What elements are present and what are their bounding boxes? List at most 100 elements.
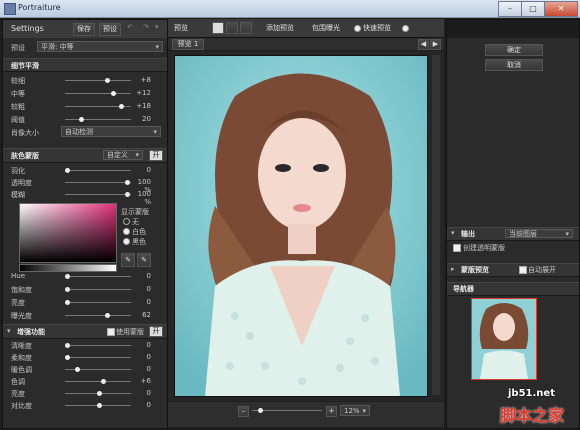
zoom-slider[interactable] [252,408,322,413]
slider-track[interactable] [65,274,131,279]
zoom-in-button[interactable]: + [326,406,337,417]
slider-knob[interactable] [97,391,102,396]
slider-label: 羽化 [11,167,25,175]
slider-knob[interactable] [119,104,124,109]
slider-track[interactable] [65,78,131,83]
slider-knob[interactable] [101,379,106,384]
auto-expand-checkbox[interactable] [519,266,527,274]
redo-icon[interactable]: ↷ [143,23,149,31]
tab-prev-icon[interactable]: ◀ [418,39,429,50]
slider-knob[interactable] [111,91,116,96]
ok-button[interactable]: 确定 [485,44,543,56]
slider-track[interactable] [65,367,131,372]
tab-next-icon[interactable]: ▶ [430,39,441,50]
slider-track[interactable] [65,168,131,173]
single-view-icon[interactable] [212,22,224,34]
preset-button[interactable]: 预设 [99,23,121,36]
slider-track[interactable] [65,300,131,305]
slider-label: 清晰度 [11,342,32,350]
slider-value: 0 [146,298,151,306]
portrait-size-dropdown[interactable]: 自动检测 [61,126,161,137]
skin-mask-toggle[interactable]: 开 [149,150,163,161]
navigator-thumbnail[interactable] [471,298,537,380]
color-range-bar[interactable] [19,264,117,272]
preview-area [168,51,444,401]
navigator-header[interactable]: 导航器 [447,282,579,296]
minimize-button[interactable]: – [498,1,522,17]
close-button[interactable]: ✕ [544,1,578,17]
slider-knob[interactable] [65,168,70,173]
add-preview-button[interactable]: 添加预览 [266,23,294,33]
slider-track[interactable] [65,91,131,96]
slider-track[interactable] [65,313,131,318]
portrait-photo [175,56,427,396]
slider-track[interactable] [65,403,131,408]
zoom-out-button[interactable]: – [238,406,249,417]
slider-knob[interactable] [75,367,80,372]
fast-preview-radio[interactable] [354,25,361,32]
skin-mask-header[interactable]: 肤色蒙版 自定义 开 [3,148,167,163]
detail-smoothing-header[interactable]: 细节平滑 [3,58,167,72]
preset-row-label: 预设 [11,44,25,52]
use-mask-checkbox[interactable] [107,328,115,336]
redo-dropdown-icon[interactable]: ▾ [155,23,159,31]
slider-knob[interactable] [97,403,102,408]
enhance-header[interactable]: ▾ 增强功能 使用蒙版 开 [3,324,167,339]
slider-knob[interactable] [65,287,70,292]
create-mask-checkbox[interactable] [453,244,461,252]
maximize-button[interactable]: □ [521,1,545,17]
slider-value: 0 [146,272,151,280]
slider-track[interactable] [65,355,131,360]
slider-track[interactable] [65,391,131,396]
slider-track[interactable] [65,117,131,122]
navigator-title: 导航器 [453,285,474,293]
tab-preview-1[interactable]: 预览 1 [172,39,204,50]
preview-scrollbar[interactable] [432,55,440,395]
enhance-toggle[interactable]: 开 [149,326,163,337]
slider-track[interactable] [65,287,131,292]
slider-track[interactable] [65,379,131,384]
collapse-icon[interactable]: ▾ [7,327,11,335]
save-button[interactable]: 保存 [73,23,95,36]
slider-knob[interactable] [65,274,70,279]
slider-track[interactable] [65,343,131,348]
split-vertical-icon[interactable] [226,22,238,34]
color-picker-field[interactable] [19,203,117,263]
full-preview-radio[interactable] [402,25,409,32]
eyedropper-icon[interactable]: ✎ [121,253,135,267]
output-dropdown[interactable]: 当前图层 [505,229,573,238]
collapse-icon[interactable]: ▾ [451,229,455,237]
cancel-button[interactable]: 取消 [485,59,543,71]
show-mask-white-radio[interactable] [123,228,130,235]
expand-icon[interactable]: ▸ [451,265,455,273]
slider-knob[interactable] [65,300,70,305]
show-mask-none-radio[interactable] [123,218,130,225]
slider-value: +12 [136,89,151,97]
watermark-brand: 脚本之家 [500,406,565,425]
slider-track[interactable] [65,192,131,197]
output-header[interactable]: ▾ 输出 当前图层 [447,227,579,241]
preview-image[interactable] [174,55,428,397]
zoom-dropdown[interactable]: 12% [340,405,370,416]
slider-knob[interactable] [105,313,110,318]
show-mask-black-radio[interactable] [123,238,130,245]
preset-dropdown[interactable]: 平滑: 中等 [37,41,163,52]
slider-label: 曝光度 [11,312,32,320]
clip-exposure-button[interactable]: 包围曝光 [312,23,340,33]
slider-knob[interactable] [125,192,130,197]
zoom-slider-knob[interactable] [258,408,263,413]
mask-preview-header[interactable]: ▸ 蒙版预览 自动展开 [447,263,579,277]
slider-knob[interactable] [65,355,70,360]
use-mask-label: 使用蒙版 [116,328,144,336]
skin-mask-mode-dropdown[interactable]: 自定义 [103,150,143,160]
split-horizontal-icon[interactable] [240,22,252,34]
slider-track[interactable] [65,104,131,109]
slider-knob[interactable] [105,78,110,83]
create-mask-label: 创建透明蒙版 [463,244,505,252]
slider-knob[interactable] [65,343,70,348]
eyedropper-plus-icon[interactable]: ✎ [137,253,151,267]
slider-track[interactable] [65,180,131,185]
undo-icon[interactable]: ↶ [127,23,133,31]
slider-knob[interactable] [79,117,84,122]
slider-knob[interactable] [125,180,130,185]
